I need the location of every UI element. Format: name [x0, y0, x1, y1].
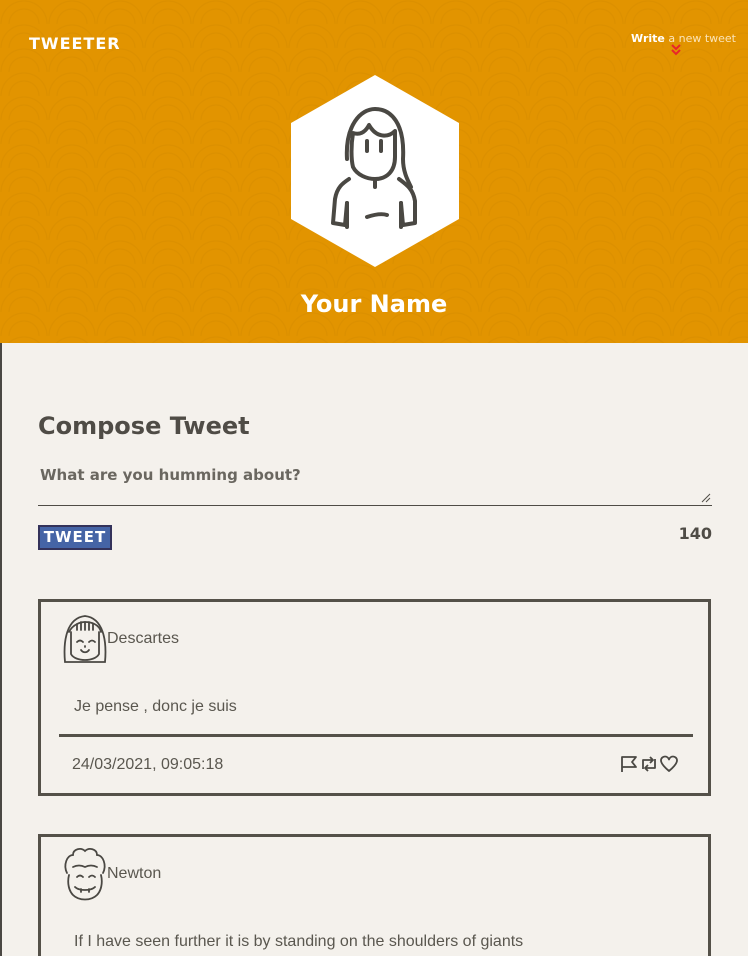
write-link-bold: Write [631, 32, 665, 45]
user-avatar [64, 848, 106, 901]
tweet-actions [619, 754, 679, 774]
compose-title: Compose Tweet [38, 412, 250, 440]
profile-name: Your Name [300, 290, 448, 318]
tweet-compose-input[interactable] [38, 462, 712, 506]
tweet-button[interactable]: TWEET [38, 525, 112, 550]
tweet-card: Newton If I have seen further it is by s… [38, 834, 711, 956]
tweet-text: Je pense , donc je suis [74, 698, 237, 715]
profile-header: TWEETER Write a new tweet Your Name [0, 0, 748, 343]
tweet-user-name: Descartes [107, 630, 180, 647]
retweet-icon[interactable] [639, 754, 659, 774]
heart-icon[interactable] [659, 754, 679, 774]
profile-avatar [291, 75, 459, 267]
tweet-text: If I have seen further it is by standing… [74, 933, 524, 950]
double-chevron-down-icon[interactable] [670, 43, 682, 57]
tweet-timestamp: 24/03/2021, 09:05:18 [72, 756, 224, 773]
resize-grip-icon[interactable] [701, 493, 711, 503]
tweet-user-name: Newton [107, 865, 162, 882]
app-logo[interactable]: TWEETER [29, 34, 121, 53]
user-avatar [63, 615, 107, 663]
tweet-card: Descartes Je pense , donc je suis 24/03/… [38, 599, 711, 796]
flag-icon[interactable] [619, 754, 639, 774]
character-counter: 140 [678, 524, 712, 543]
tweet-divider [59, 734, 693, 737]
